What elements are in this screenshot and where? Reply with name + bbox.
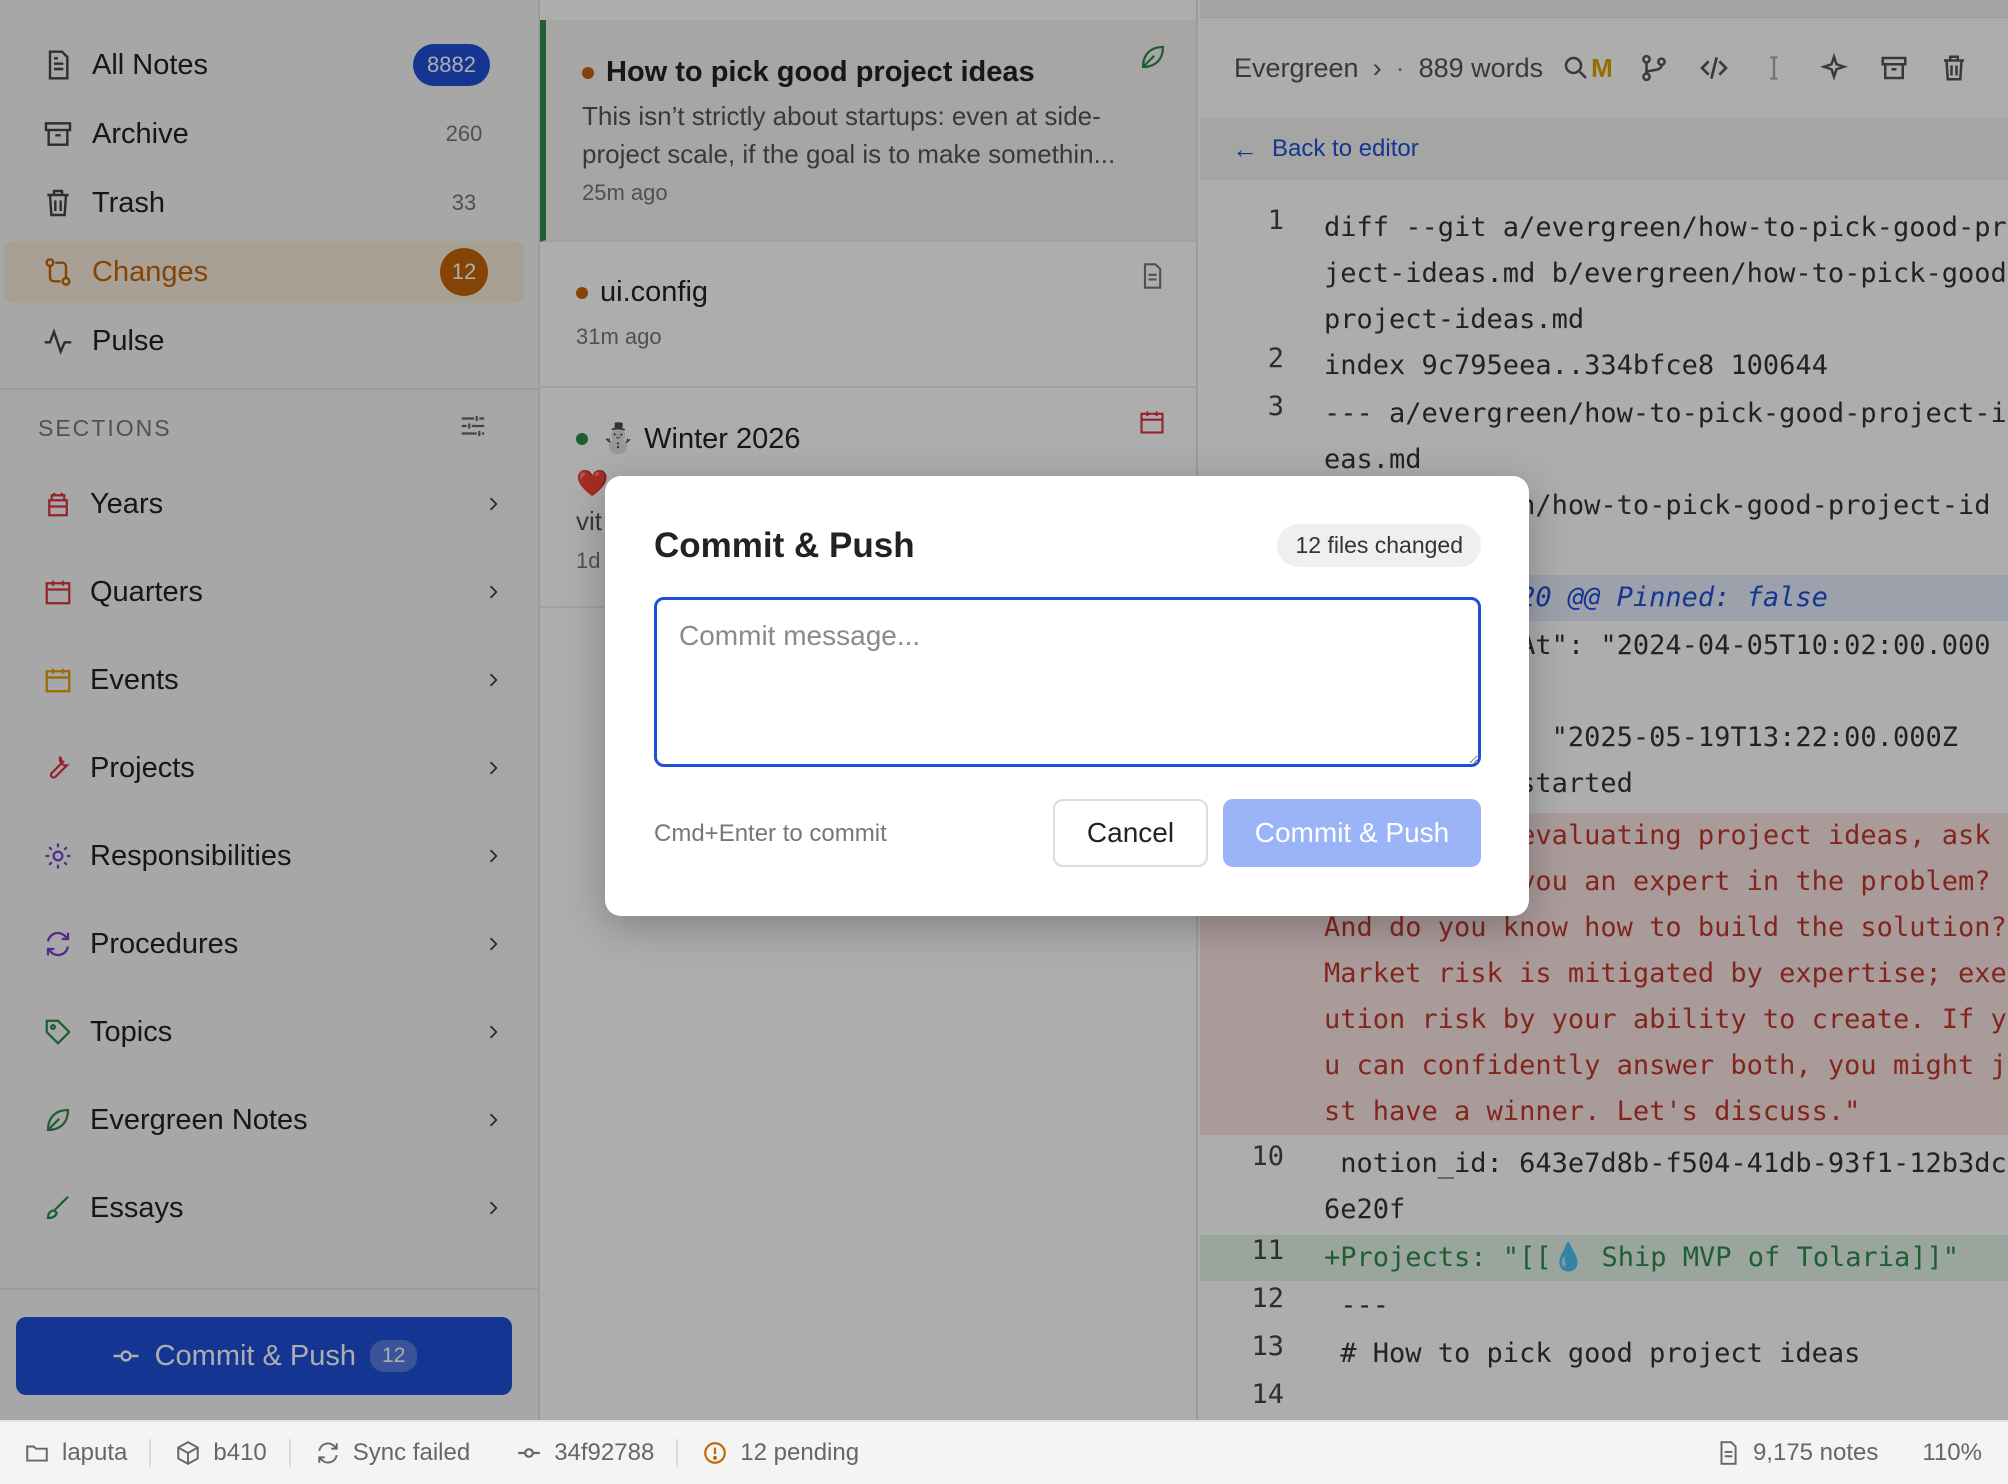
pending-changes[interactable]: 12 pending xyxy=(678,1421,881,1484)
alert-circle-icon xyxy=(700,1438,730,1468)
status-right: 9,175 notes 110% xyxy=(1691,1421,2008,1484)
sync-icon xyxy=(313,1438,343,1468)
pending-text: 12 pending xyxy=(740,1439,860,1466)
dialog-title: Commit & Push xyxy=(654,526,915,565)
commit-dialog: Commit & Push 12 files changed Cmd+Enter… xyxy=(605,476,1529,916)
sync-text: Sync failed xyxy=(352,1439,471,1466)
cancel-button[interactable]: Cancel xyxy=(1053,799,1208,867)
notes-count: 9,175 notes xyxy=(1691,1421,1900,1484)
commit-hash[interactable]: 34f92788 xyxy=(492,1421,676,1484)
package-icon xyxy=(173,1438,203,1468)
commit-message-input[interactable] xyxy=(654,597,1481,767)
vault-indicator[interactable]: laputa xyxy=(0,1421,149,1484)
git-commit-icon xyxy=(514,1438,544,1468)
build-indicator: b410 xyxy=(151,1421,288,1484)
folder-icon xyxy=(22,1438,52,1468)
zoom-text: 110% xyxy=(1922,1439,1982,1466)
notes-count-text: 9,175 notes xyxy=(1752,1439,1879,1466)
sync-status[interactable]: Sync failed xyxy=(291,1421,492,1484)
commit-push-submit-button[interactable]: Commit & Push xyxy=(1223,799,1481,867)
commit-hash-text: 34f92788 xyxy=(554,1439,655,1466)
shortcut-hint: Cmd+Enter to commit xyxy=(654,820,887,847)
document-icon xyxy=(1713,1438,1743,1468)
vault-name: laputa xyxy=(62,1439,128,1466)
build-id: b410 xyxy=(213,1439,267,1466)
zoom-level[interactable]: 110% xyxy=(1900,1421,2008,1484)
files-changed-badge: 12 files changed xyxy=(1277,524,1481,567)
status-bar: laputa b410 Sync failed 34f92788 12 pend… xyxy=(0,1420,2008,1484)
